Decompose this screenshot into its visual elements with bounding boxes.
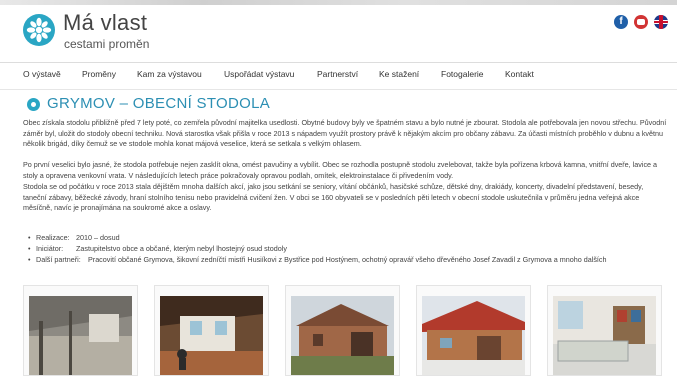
paragraph-3: Stodola se od počátku v roce 2013 stala …: [23, 182, 644, 213]
fact-value: Pracovití občané Grymova, šikovní zedníč…: [88, 255, 607, 264]
fact-label: Realizace:: [36, 233, 70, 242]
facts-list: Realizace: 2010 – dosud Iniciátor: Zastu…: [28, 232, 668, 265]
browser-top-strip: [0, 0, 677, 5]
fact-label: Iniciátor:: [36, 244, 64, 253]
paragraph-1: Obec získala stodolu přibližně před 7 le…: [23, 118, 667, 149]
paragraph-2: Po první veselici bylo jasné, že stodola…: [23, 160, 658, 180]
uk-flag-icon[interactable]: [654, 15, 668, 29]
nav-item-kam-za-vystavou[interactable]: Kam za výstavou: [137, 69, 202, 79]
facebook-icon[interactable]: f: [614, 15, 628, 29]
list-item: Další partneři: Pracovití občané Grymova…: [28, 254, 668, 265]
nav-item-fotogalerie[interactable]: Fotogalerie: [441, 69, 484, 79]
youtube-icon[interactable]: [634, 15, 648, 29]
nav-item-usporadat-vystavu[interactable]: Uspořádat výstavu: [224, 69, 294, 79]
nav-item-o-vystave[interactable]: O výstavě: [23, 69, 61, 79]
gallery-photo-2[interactable]: [154, 285, 269, 376]
nav-item-promeny[interactable]: Proměny: [82, 69, 116, 79]
nav-item-partnerstvi[interactable]: Partnerství: [317, 69, 358, 79]
gallery-photo-3[interactable]: [285, 285, 400, 376]
list-item: Iniciátor: Zastupitelstvo obce a občané,…: [28, 243, 668, 254]
fact-label: Další partneři:: [36, 255, 81, 264]
title-bullet-icon: [27, 98, 40, 111]
site-subtitle: cestami proměn: [64, 37, 150, 51]
fact-value: 2010 – dosud: [76, 233, 120, 242]
photo-gallery: [23, 285, 668, 376]
main-navigation: O výstavě Proměny Kam za výstavou Uspořá…: [0, 62, 677, 90]
nav-item-kontakt[interactable]: Kontakt: [505, 69, 534, 79]
gallery-photo-5[interactable]: [547, 285, 662, 376]
gallery-photo-1[interactable]: [23, 285, 138, 376]
page-title: GRYMOV – OBECNÍ STODOLA: [47, 95, 271, 112]
gallery-photo-4[interactable]: [416, 285, 531, 376]
nav-item-ke-stazeni[interactable]: Ke stažení: [379, 69, 419, 79]
list-item: Realizace: 2010 – dosud: [28, 232, 668, 243]
fact-value: Zastupitelstvo obce a občané, kterým neb…: [76, 244, 287, 253]
site-title[interactable]: Má vlast: [63, 10, 147, 36]
logo-icon[interactable]: [23, 14, 55, 46]
